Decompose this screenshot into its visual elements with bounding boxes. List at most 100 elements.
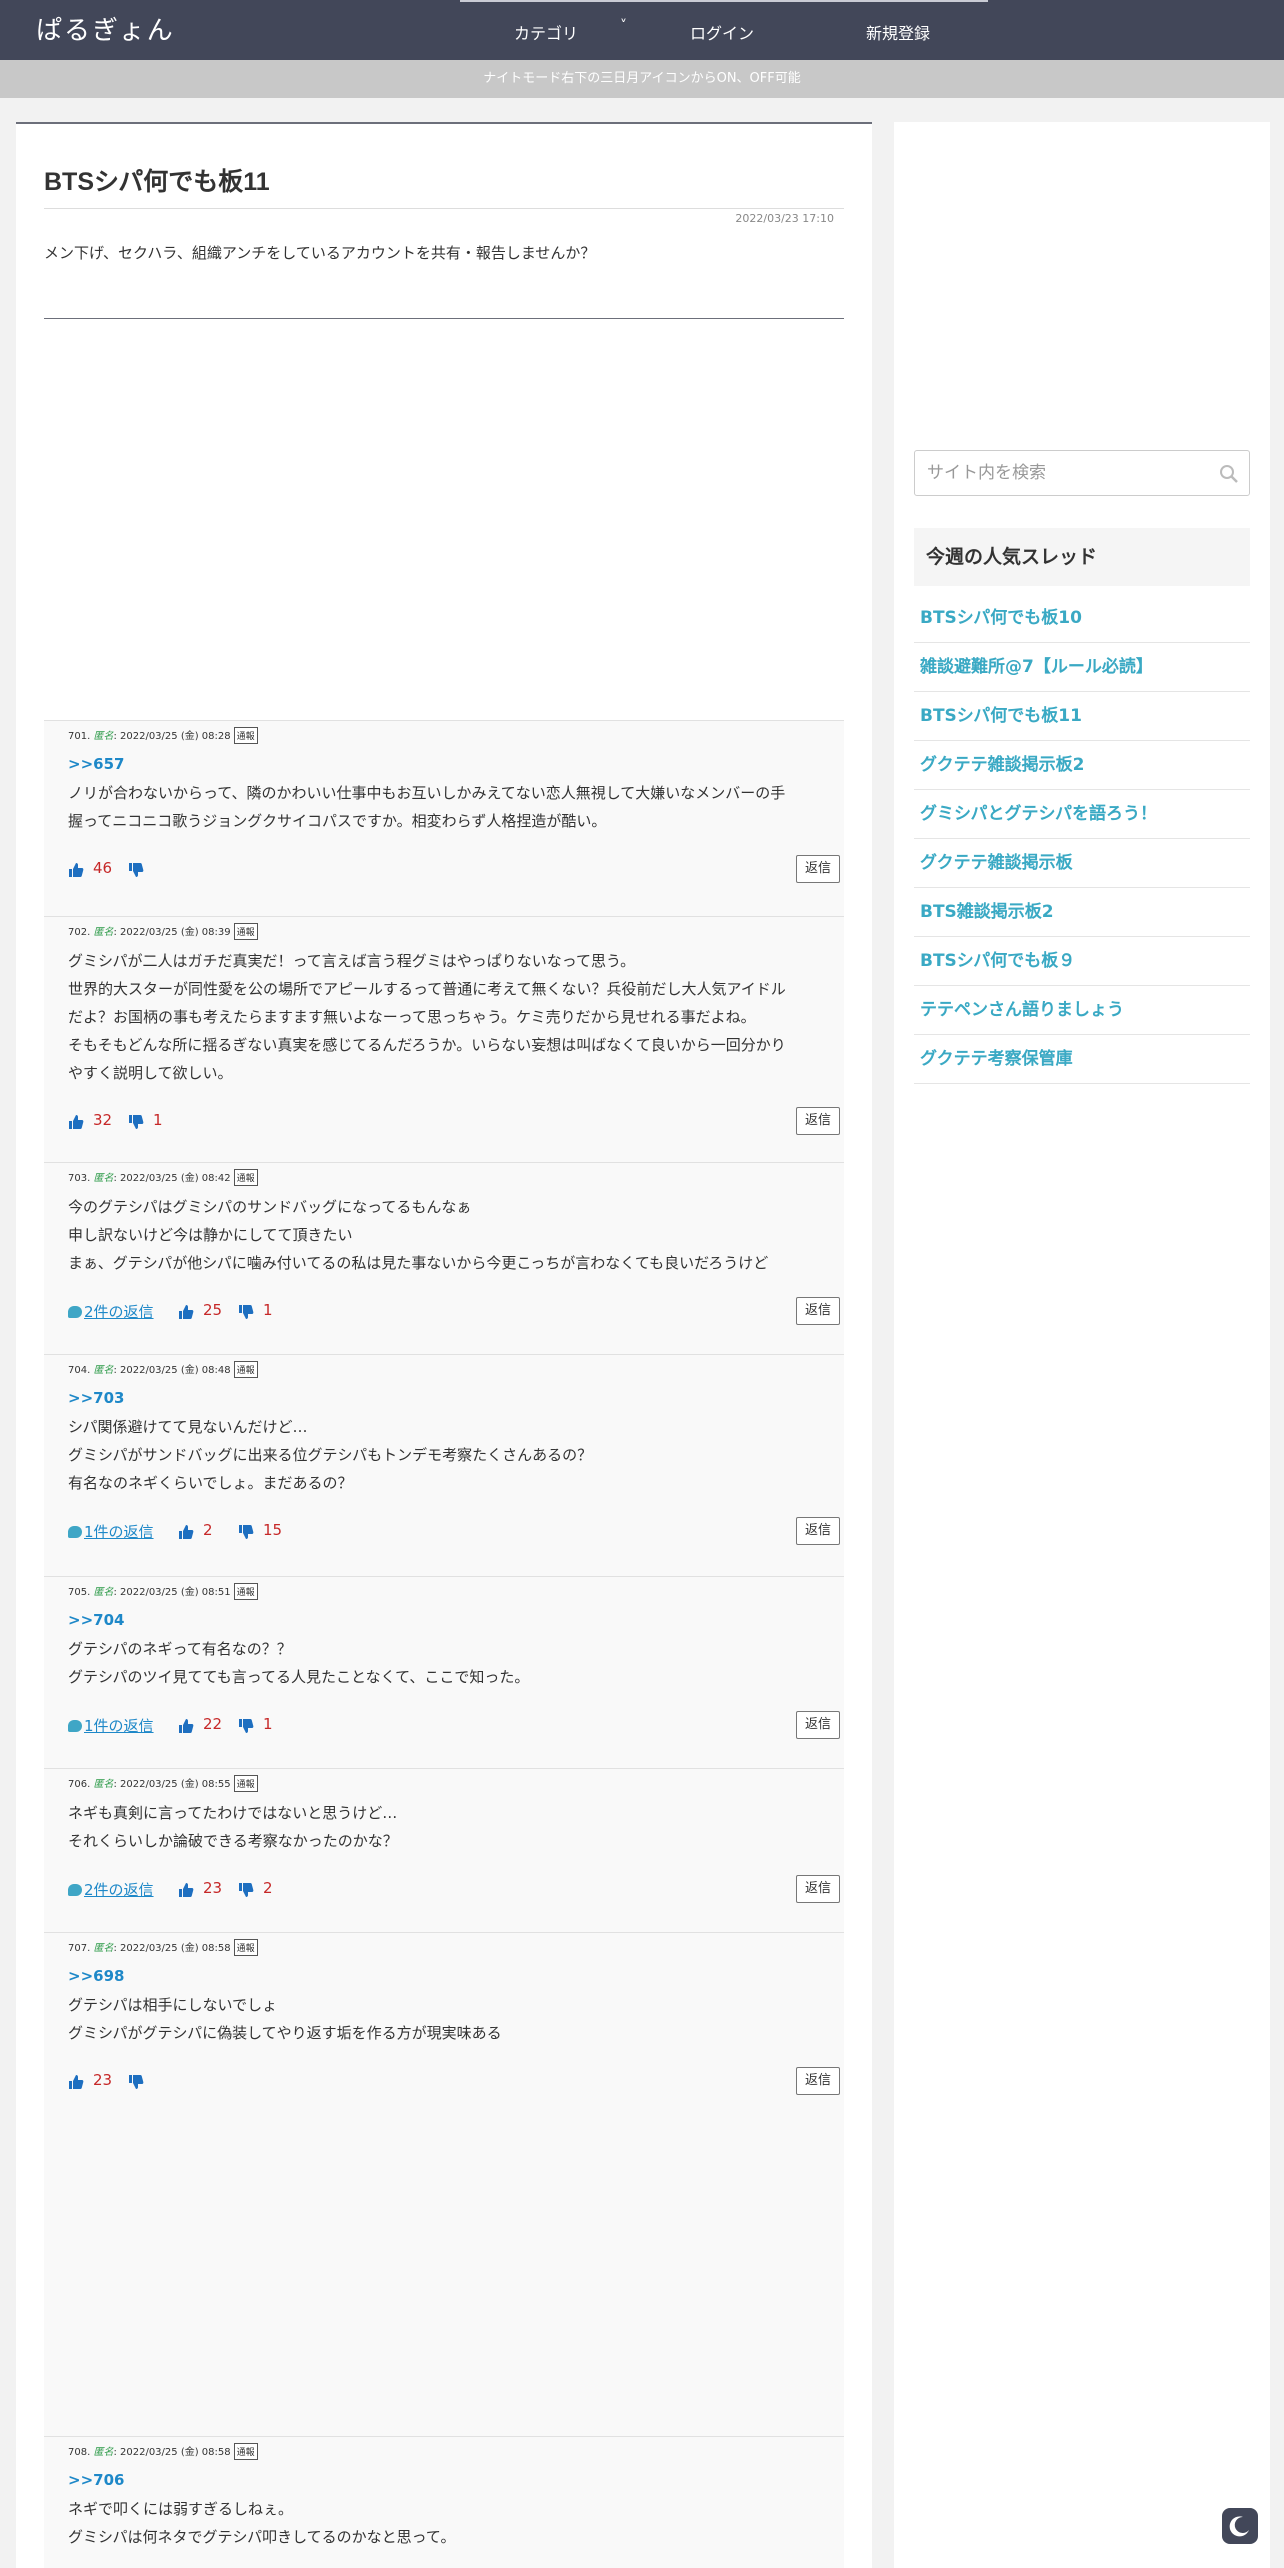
comment-author: 匿名 [93,731,114,742]
replies-link[interactable]: 2件の返信 [68,1879,154,1900]
reply-button[interactable]: 返信 [796,1107,840,1135]
comment-number: 706. [68,1779,91,1790]
comment-line: グミシパがグテシパに偽装してやり返す垢を作る方が現実味ある [68,2024,502,2042]
comment-line: ネギも真剣に言ってたわけではないと思うけど… [68,1804,398,1822]
night-mode-notice: ナイトモード右下の三日月アイコンからON、OFF可能 [0,60,1284,98]
comment-time: : 2022/03/25 (金) 08:42 [113,1173,231,1184]
like-count: 25 [203,1301,223,1319]
report-button[interactable]: 通報 [233,1775,258,1792]
thread-title: BTSシパ何でも板11 [44,168,270,196]
popular-thread-link[interactable]: BTSシパ何でも板11 [914,692,1250,741]
comment-line: 申し訳ないけど今は静かにしてて頂きたい [68,1226,353,1244]
chevron-down-icon[interactable]: ˅ [620,18,627,34]
thumbs-down-icon[interactable] [128,862,144,878]
popular-thread-link[interactable]: 雑談避難所@7【ルール必読】 [914,643,1250,692]
replies-link[interactable]: 1件の返信 [68,1715,154,1736]
report-button[interactable]: 通報 [233,1583,258,1600]
nav-register[interactable]: 新規登録 [866,20,930,44]
comment-item: 702. 匿名: 2022/03/25 (金) 08:39 通報 グミシパが二人はガ… [44,916,844,1150]
reply-button[interactable]: 返信 [796,1297,840,1325]
report-button[interactable]: 通報 [233,727,258,744]
reply-anchor-link[interactable]: >>706 [68,2471,124,2489]
dislike-count: 1 [263,1301,273,1319]
popular-thread-link[interactable]: BTSシパ何でも板10 [914,594,1250,643]
reply-anchor-link[interactable]: >>657 [68,755,124,773]
comment-line: 今のグテシパはグミシパのサンドバッグになってるもんなぁ [68,1198,472,1216]
comment-time: : 2022/03/25 (金) 08:28 [113,731,231,742]
comment-list: 701. 匿名: 2022/03/25 (金) 08:28 通報 >>657 ノリが合… [44,720,844,2568]
comment-time: : 2022/03/25 (金) 08:58 [113,1943,231,1954]
comment-number: 701. [68,731,91,742]
thumbs-up-icon[interactable] [68,1114,84,1130]
comment-body: グミシパが二人はガチだ真実だ！って言えば言う程グミはやっぱりないなって思う。 世界… [68,947,838,1087]
thumbs-down-icon[interactable] [238,1524,254,1540]
report-button[interactable]: 通報 [233,1361,258,1378]
replies-count: 2件の返信 [84,1881,154,1899]
thumbs-up-icon[interactable] [68,862,84,878]
thumbs-down-icon[interactable] [128,1114,144,1130]
divider [44,208,844,209]
popular-thread-link[interactable]: BTSシパ何でも板９ [914,937,1250,986]
comment-actions: 2件の返信 23 2 [68,1879,808,1903]
comment-time: : 2022/03/25 (金) 08:58 [113,2447,231,2458]
reply-anchor-link[interactable]: >>703 [68,1389,124,1407]
search-icon[interactable] [1219,464,1239,484]
popular-thread-link[interactable]: グクテテ雑談掲示板2 [914,741,1250,790]
comment-author: 匿名 [93,2447,114,2458]
search-input[interactable] [915,451,1215,495]
report-button[interactable]: 通報 [233,1169,258,1186]
comment-line: 有名なのネギくらいでしょ。まだあるの？ [68,1474,353,1492]
reply-button[interactable]: 返信 [796,2067,840,2095]
reply-button[interactable]: 返信 [796,1875,840,1903]
replies-link[interactable]: 1件の返信 [68,1521,154,1542]
popular-thread-link[interactable]: BTS雑談掲示板2 [914,888,1250,937]
report-button[interactable]: 通報 [233,923,258,940]
popular-thread-link[interactable]: テテペンさん語りましょう [914,986,1250,1035]
comment-line: それくらいしか論破できる考察なかったのかな？ [68,1832,398,1850]
report-button[interactable]: 通報 [233,2443,258,2460]
comment-time: : 2022/03/25 (金) 08:39 [113,927,231,938]
thumbs-up-icon[interactable] [178,1304,194,1320]
comment-author: 匿名 [93,1587,114,1598]
comment-meta: 701. 匿名: 2022/03/25 (金) 08:28 通報 [68,727,258,744]
thumbs-up-icon[interactable] [178,1524,194,1540]
reply-anchor-link[interactable]: >>698 [68,1967,124,1985]
comment-body: ネギで叩くには弱すぎるしねぇ。 グミシパは何ネタでグテシパ叩きしてるのかなと思って… [68,2495,838,2551]
popular-threads-title: 今週の人気スレッド [914,528,1250,586]
reply-button[interactable]: 返信 [796,1517,840,1545]
comment-line: グテシパのツイ見てても言ってる人見たことなくて、ここで知った。 [68,1668,530,1686]
comment-body: ノリが合わないからって、隣のかわいい仕事中もお互いしかみえてない恋人無視して大嫌… [68,779,838,835]
comment-line: グテシパは相手にしないでしょ [68,1996,278,2014]
comment-actions: 23 [68,2071,808,2095]
thumbs-down-icon[interactable] [238,1882,254,1898]
popular-thread-link[interactable]: グクテテ雑談掲示板 [914,839,1250,888]
popular-thread-link[interactable]: グクテテ考察保管庫 [914,1035,1250,1084]
reply-button[interactable]: 返信 [796,855,840,883]
thumbs-down-icon[interactable] [128,2074,144,2090]
like-count: 23 [203,1879,223,1897]
thumbs-up-icon[interactable] [68,2074,84,2090]
divider [44,318,844,319]
comment-body: グテシパのネギって有名なの？？ グテシパのツイ見てても言ってる人見たことなくて、こ… [68,1635,838,1691]
thumbs-down-icon[interactable] [238,1718,254,1734]
comment-actions: 1件の返信 22 1 [68,1715,808,1739]
comment-author: 匿名 [93,1365,114,1376]
replies-link[interactable]: 2件の返信 [68,1301,154,1322]
report-button[interactable]: 通報 [233,1939,258,1956]
comment-line: やすく説明して欲しい。 [68,1064,233,1082]
reply-anchor-link[interactable]: >>704 [68,1611,124,1629]
popular-thread-link[interactable]: グミシパとグテシパを語ろう！ [914,790,1250,839]
thumbs-up-icon[interactable] [178,1882,194,1898]
site-logo[interactable]: ぱるぎょん [36,10,175,47]
nav-login[interactable]: ログイン [690,20,754,44]
replies-count: 2件の返信 [84,1303,154,1321]
thumbs-up-icon[interactable] [178,1718,194,1734]
comment-number: 705. [68,1587,91,1598]
comment-line: だよ？お国柄の事も考えたらますます無いよなーって思っちゃう。ケミ売りだから見せれ… [68,1008,756,1026]
comment-item: 708. 匿名: 2022/03/25 (金) 08:58 通報 >>706 ネギで叩… [44,2436,844,2568]
reply-button[interactable]: 返信 [796,1711,840,1739]
nav-category[interactable]: カテゴリ [514,20,578,44]
night-mode-toggle[interactable] [1222,2508,1258,2544]
thumbs-down-icon[interactable] [238,1304,254,1320]
comment-bubble-icon [68,1526,82,1538]
